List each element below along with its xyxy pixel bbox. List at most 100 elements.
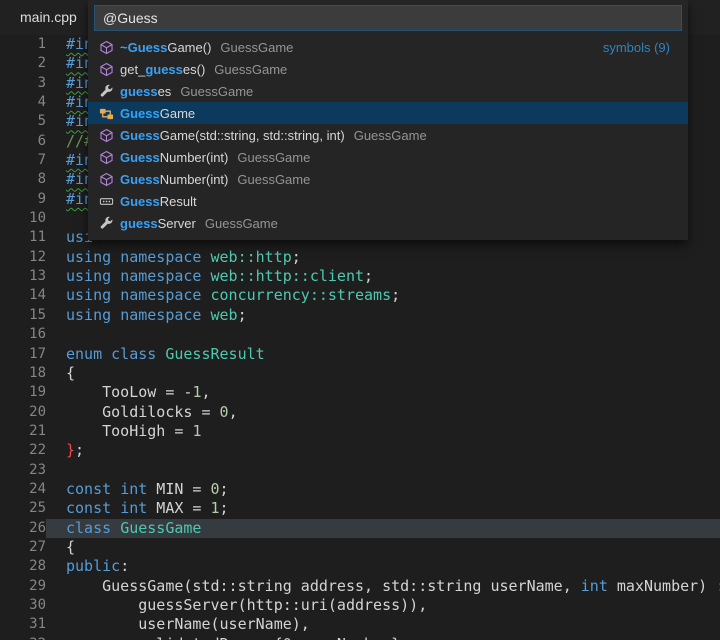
code-text: using namespace web::http; bbox=[46, 248, 720, 267]
symbol-name: guessServer bbox=[120, 216, 196, 231]
code-line-16[interactable]: 16 bbox=[0, 325, 720, 344]
tab-main-cpp[interactable]: main.cpp bbox=[20, 9, 77, 25]
symbol-result-list: ~GuessGame()GuessGamesymbols (9)get_gues… bbox=[88, 36, 688, 234]
code-line-21[interactable]: 21 TooHigh = 1 bbox=[0, 422, 720, 441]
line-number: 18 bbox=[0, 364, 46, 383]
line-number: 15 bbox=[0, 306, 46, 325]
line-number: 14 bbox=[0, 286, 46, 305]
symbol-container: GuessGame bbox=[180, 84, 253, 99]
code-text: TooHigh = 1 bbox=[46, 422, 720, 441]
line-number: 8 bbox=[0, 170, 46, 189]
line-number: 22 bbox=[0, 441, 46, 460]
line-number: 6 bbox=[0, 132, 46, 151]
symbol-result-row-4[interactable]: GuessGame bbox=[88, 102, 688, 124]
symbol-container: GuessGame bbox=[354, 128, 427, 143]
symbol-container: GuessGame bbox=[220, 40, 293, 55]
symbol-name: GuessResult bbox=[120, 194, 197, 209]
line-number: 29 bbox=[0, 577, 46, 596]
line-number: 26 bbox=[0, 519, 46, 538]
symbol-name: ~GuessGame() bbox=[120, 40, 211, 55]
code-line-18[interactable]: 18{ bbox=[0, 364, 720, 383]
line-number: 11 bbox=[0, 228, 46, 247]
line-number: 21 bbox=[0, 422, 46, 441]
symbol-name: guesses bbox=[120, 84, 171, 99]
symbol-result-row-1[interactable]: ~GuessGame()GuessGamesymbols (9) bbox=[88, 36, 688, 58]
field-icon bbox=[98, 83, 114, 99]
symbol-search-input[interactable] bbox=[94, 5, 682, 31]
code-line-24[interactable]: 24const int MIN = 0; bbox=[0, 480, 720, 499]
code-text bbox=[46, 325, 720, 344]
code-line-25[interactable]: 25const int MAX = 1; bbox=[0, 499, 720, 518]
code-text: { bbox=[46, 364, 720, 383]
code-text: guessServer(http::uri(address)), bbox=[46, 596, 720, 615]
line-number: 31 bbox=[0, 615, 46, 634]
line-number: 10 bbox=[0, 209, 46, 228]
code-line-15[interactable]: 15using namespace web; bbox=[0, 306, 720, 325]
code-text: using namespace web; bbox=[46, 306, 720, 325]
line-number: 13 bbox=[0, 267, 46, 286]
symbol-container: GuessGame bbox=[237, 150, 310, 165]
symbol-name: GuessNumber(int) bbox=[120, 172, 228, 187]
line-number: 12 bbox=[0, 248, 46, 267]
enum-icon bbox=[98, 193, 114, 209]
code-text: TooLow = -1, bbox=[46, 383, 720, 402]
symbol-result-row-8[interactable]: GuessResult bbox=[88, 190, 688, 212]
code-line-19[interactable]: 19 TooLow = -1, bbox=[0, 383, 720, 402]
code-line-26[interactable]: 26class GuessGame bbox=[0, 519, 720, 538]
vscode-window: main.cpp 1#in2#in3#in4#in5#in6//#7#in8#i… bbox=[0, 0, 720, 640]
line-number: 27 bbox=[0, 538, 46, 557]
symbol-result-row-5[interactable]: GuessGame(std::string, std::string, int)… bbox=[88, 124, 688, 146]
line-number: 17 bbox=[0, 345, 46, 364]
code-line-28[interactable]: 28public: bbox=[0, 557, 720, 576]
code-text: enum class GuessResult bbox=[46, 345, 720, 364]
method-icon bbox=[98, 39, 114, 55]
line-number: 23 bbox=[0, 461, 46, 480]
method-icon bbox=[98, 61, 114, 77]
code-line-27[interactable]: 27{ bbox=[0, 538, 720, 557]
line-number: 3 bbox=[0, 74, 46, 93]
code-line-12[interactable]: 12using namespace web::http; bbox=[0, 248, 720, 267]
code-text: using namespace concurrency::streams; bbox=[46, 286, 720, 305]
line-number: 9 bbox=[0, 190, 46, 209]
symbol-result-row-6[interactable]: GuessNumber(int) GuessGame bbox=[88, 146, 688, 168]
quick-open-widget: ~GuessGame()GuessGamesymbols (9)get_gues… bbox=[88, 0, 688, 240]
code-line-31[interactable]: 31 userName(userName), bbox=[0, 615, 720, 634]
symbol-result-row-9[interactable]: guessServer GuessGame bbox=[88, 212, 688, 234]
line-number: 5 bbox=[0, 112, 46, 131]
code-line-13[interactable]: 13using namespace web::http::client; bbox=[0, 267, 720, 286]
symbol-result-row-3[interactable]: guesses GuessGame bbox=[88, 80, 688, 102]
line-number: 7 bbox=[0, 151, 46, 170]
code-text: userName(userName), bbox=[46, 615, 720, 634]
symbol-result-row-7[interactable]: GuessNumber(int)GuessGame bbox=[88, 168, 688, 190]
line-number: 2 bbox=[0, 54, 46, 73]
code-text: Goldilocks = 0, bbox=[46, 403, 720, 422]
code-text: validatedRange {0, maxNumber} bbox=[46, 635, 720, 640]
code-line-22[interactable]: 22}; bbox=[0, 441, 720, 460]
code-line-23[interactable]: 23 bbox=[0, 461, 720, 480]
line-number: 32 bbox=[0, 635, 46, 640]
symbol-result-row-2[interactable]: get_guesses()GuessGame bbox=[88, 58, 688, 80]
code-line-32[interactable]: 32 validatedRange {0, maxNumber} bbox=[0, 635, 720, 640]
code-text: const int MIN = 0; bbox=[46, 480, 720, 499]
line-number: 25 bbox=[0, 499, 46, 518]
code-line-29[interactable]: 29 GuessGame(std::string address, std::s… bbox=[0, 577, 720, 596]
code-text: public: bbox=[46, 557, 720, 576]
code-line-20[interactable]: 20 Goldilocks = 0, bbox=[0, 403, 720, 422]
symbol-name: GuessNumber(int) bbox=[120, 150, 228, 165]
code-text: }; bbox=[46, 441, 720, 460]
line-number: 4 bbox=[0, 93, 46, 112]
code-text bbox=[46, 461, 720, 480]
code-line-30[interactable]: 30 guessServer(http::uri(address)), bbox=[0, 596, 720, 615]
line-number: 28 bbox=[0, 557, 46, 576]
code-line-17[interactable]: 17enum class GuessResult bbox=[0, 345, 720, 364]
line-number: 19 bbox=[0, 383, 46, 402]
method-icon bbox=[98, 127, 114, 143]
line-number: 20 bbox=[0, 403, 46, 422]
symbol-container: GuessGame bbox=[214, 62, 287, 77]
symbol-container: GuessGame bbox=[205, 216, 278, 231]
code-line-14[interactable]: 14using namespace concurrency::streams; bbox=[0, 286, 720, 305]
code-text: class GuessGame bbox=[46, 519, 720, 538]
symbol-name: GuessGame bbox=[120, 106, 195, 121]
line-number: 1 bbox=[0, 35, 46, 54]
code-text: using namespace web::http::client; bbox=[46, 267, 720, 286]
